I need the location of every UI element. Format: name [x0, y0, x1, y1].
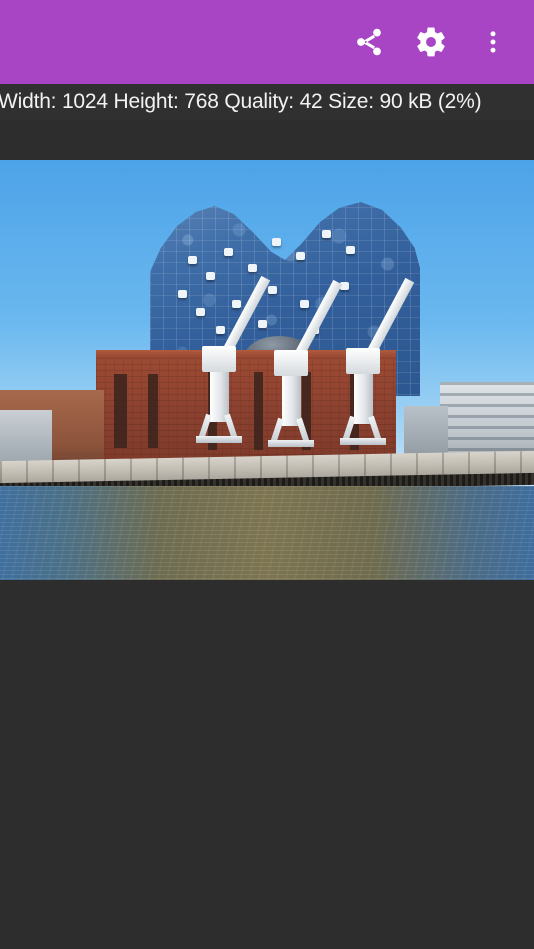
facade-balcony [224, 248, 233, 256]
image-info-bar: Width: 1024 Height: 768 Quality: 42 Size… [0, 84, 534, 120]
facade-balcony [258, 320, 267, 328]
crane-base [196, 436, 242, 443]
warehouse-window [114, 374, 127, 448]
gear-icon[interactable] [414, 25, 448, 59]
water-ripples [0, 486, 534, 580]
facade-balcony [268, 286, 277, 294]
facade-balcony [322, 230, 331, 238]
facade-balcony [196, 308, 205, 316]
app-bar [0, 0, 534, 84]
facade-balcony [232, 300, 241, 308]
overflow-menu-icon[interactable] [476, 25, 510, 59]
image-editor-screen: Width: 1024 Height: 768 Quality: 42 Size… [0, 0, 534, 949]
harbour-water [0, 486, 534, 580]
facade-balcony [272, 238, 281, 246]
facade-balcony [188, 256, 197, 264]
facade-balcony [206, 272, 215, 280]
image-info-text: Width: 1024 Height: 768 Quality: 42 Size… [0, 90, 482, 113]
app-bar-actions [352, 25, 524, 59]
facade-balcony [216, 326, 225, 334]
facade-balcony [346, 246, 355, 254]
crane-house [346, 348, 380, 374]
crane-house [202, 346, 236, 372]
preview-image[interactable] [0, 160, 534, 580]
crane-base [340, 438, 386, 445]
warehouse-window [254, 372, 263, 450]
facade-balcony [300, 300, 309, 308]
facade-balcony [296, 252, 305, 260]
image-preview-area[interactable] [0, 120, 534, 620]
crane-house [274, 350, 308, 376]
crane-base [268, 440, 314, 447]
facade-balcony [248, 264, 257, 272]
facade-balcony [178, 290, 187, 298]
controls-panel: Quality: GALLERY [0, 620, 534, 949]
warehouse-window [148, 374, 158, 448]
share-icon[interactable] [352, 25, 386, 59]
